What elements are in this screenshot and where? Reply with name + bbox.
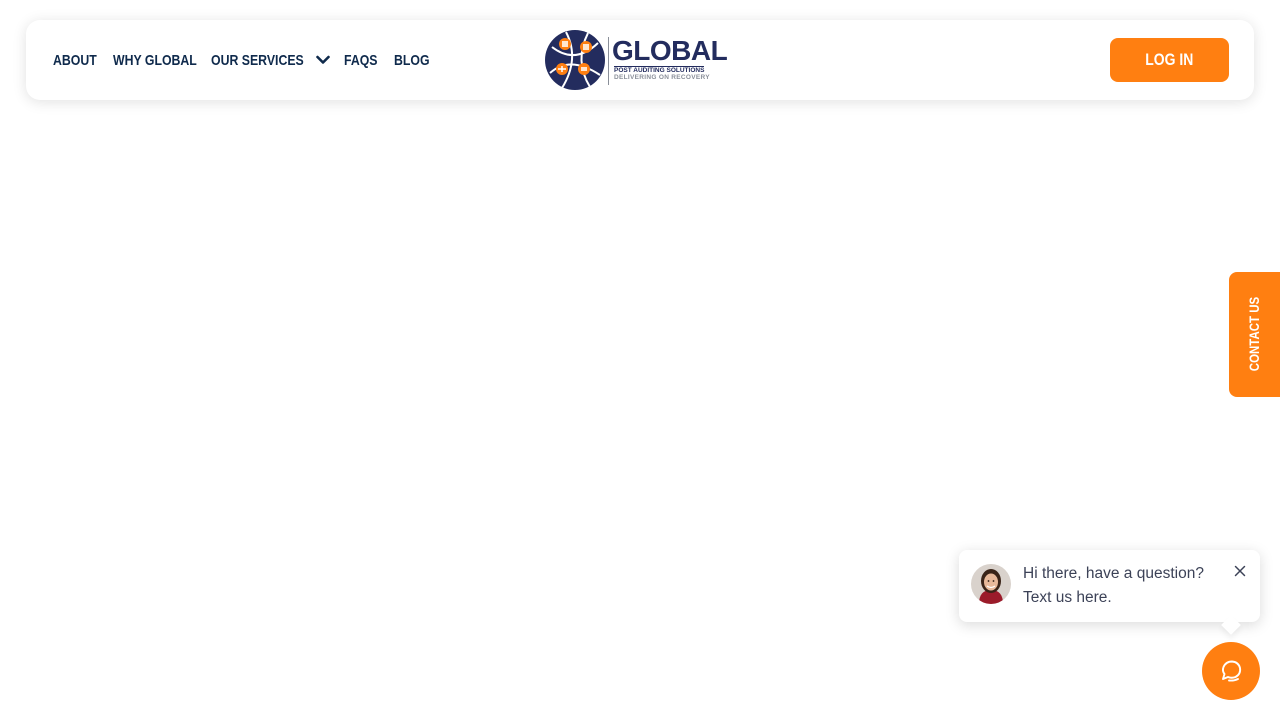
nav-item-about[interactable]: ABOUT <box>53 50 106 70</box>
chevron-down-icon[interactable] <box>316 55 330 65</box>
logo-divider <box>608 37 609 85</box>
chat-prompt-bubble[interactable]: Hi there, have a question? Text us here. <box>959 550 1260 635</box>
contact-us-tab[interactable]: CONTACT US <box>1229 272 1280 397</box>
contact-us-label: CONTACT US <box>1246 296 1262 372</box>
chat-message: Hi there, have a question? Text us here. <box>1023 562 1223 610</box>
chat-bubble-icon <box>1221 660 1242 682</box>
agent-avatar-icon <box>971 564 1011 604</box>
logo-wordmark: GLOBAL <box>612 35 728 66</box>
nav-link-our-services[interactable]: OUR SERVICES <box>211 52 304 69</box>
avatar <box>971 564 1011 604</box>
chat-message-line-1: Hi there, have a question? <box>1023 565 1204 582</box>
nav-link-blog[interactable]: BLOG <box>394 52 430 69</box>
chat-bubble-tail <box>1221 615 1241 635</box>
close-icon[interactable] <box>1232 563 1248 579</box>
nav-item-faqs[interactable]: FAQS <box>344 50 385 70</box>
nav-item-why-global[interactable]: WHY GLOBAL <box>113 50 215 70</box>
chat-launcher-button[interactable] <box>1202 642 1260 700</box>
page: ABOUT WHY GLOBAL OUR SERVICES FAQS BLOG <box>0 0 1280 720</box>
nav-link-about[interactable]: ABOUT <box>53 52 97 69</box>
global-logo[interactable]: GLOBAL POST AUDITING SOLUTIONS DELIVERIN… <box>544 29 740 91</box>
nav-link-why-global[interactable]: WHY GLOBAL <box>113 52 197 69</box>
nav-item-our-services[interactable]: OUR SERVICES <box>211 50 330 70</box>
login-button-label: LOG IN <box>1145 50 1194 69</box>
nav-link-faqs[interactable]: FAQS <box>344 52 377 69</box>
logo-slogan: DELIVERING ON RECOVERY <box>614 74 710 81</box>
nav-item-blog[interactable]: BLOG <box>394 50 437 70</box>
globe-logo-icon <box>545 30 605 90</box>
top-navbar: ABOUT WHY GLOBAL OUR SERVICES FAQS BLOG <box>26 20 1254 100</box>
login-button[interactable]: LOG IN <box>1110 38 1229 82</box>
chat-message-line-2: Text us here. <box>1023 589 1112 606</box>
